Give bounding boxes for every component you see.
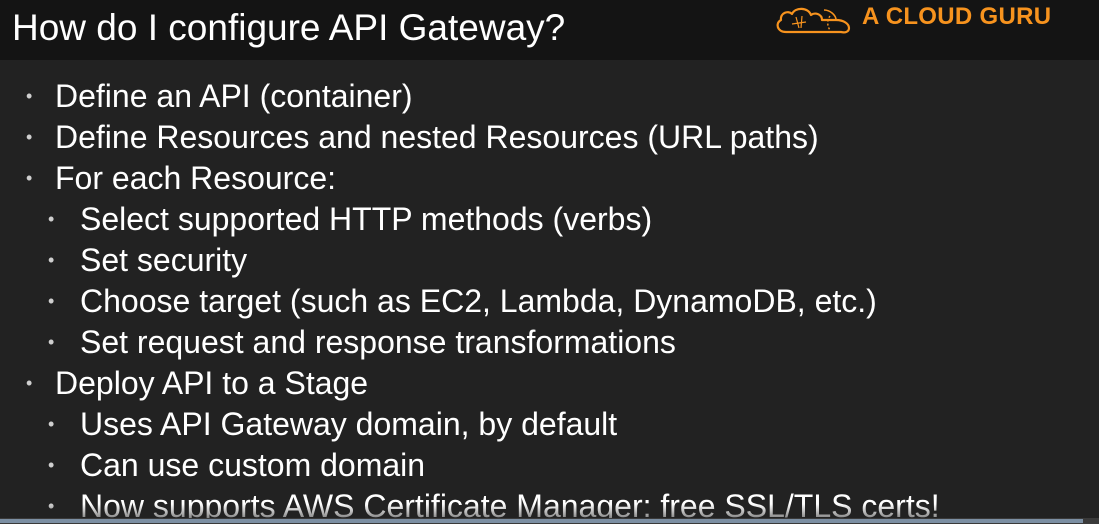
bullet-text: Deploy API to a Stage bbox=[55, 365, 369, 401]
bullet-text: Can use custom domain bbox=[80, 447, 426, 483]
video-progress-track[interactable] bbox=[0, 518, 1099, 524]
bullet-dot-icon: • bbox=[48, 414, 55, 434]
bullet-dot-icon: • bbox=[26, 86, 33, 106]
bullet-dot-icon: • bbox=[26, 168, 33, 188]
bullet-dot-icon: • bbox=[48, 455, 55, 475]
bullet-text: Define an API (container) bbox=[55, 78, 413, 114]
bullet-text: Define Resources and nested Resources (U… bbox=[55, 119, 819, 155]
video-progress-fill bbox=[0, 519, 1083, 523]
bullet-dot-icon: • bbox=[48, 209, 55, 229]
bullet-dot-icon: • bbox=[48, 291, 55, 311]
bullet-text: For each Resource: bbox=[55, 160, 337, 196]
bullet-text: Select supported HTTP methods (verbs) bbox=[80, 201, 653, 237]
bullet-dot-icon: • bbox=[48, 332, 55, 352]
bullet-dot-icon: • bbox=[48, 250, 55, 270]
slide-header: How do I configure API Gateway? A CLOUD … bbox=[0, 0, 1099, 60]
bullet-dot-icon: • bbox=[26, 373, 33, 393]
bullet-text: Set security bbox=[80, 242, 248, 278]
bullet-text: Set request and response transformations bbox=[80, 324, 676, 360]
brand-name: A CLOUD GURU bbox=[862, 3, 1052, 30]
cloud-logo-icon bbox=[776, 7, 851, 34]
bullet-dot-icon: • bbox=[26, 127, 33, 147]
bullet-text: Choose target (such as EC2, Lambda, Dyna… bbox=[80, 283, 877, 319]
brand-logo: A CLOUD GURU bbox=[772, 2, 1051, 38]
slide: How do I configure API Gateway? A CLOUD … bbox=[0, 0, 1099, 524]
slide-title: How do I configure API Gateway? bbox=[12, 7, 566, 48]
bullet-text: Uses API Gateway domain, by default bbox=[80, 406, 618, 442]
